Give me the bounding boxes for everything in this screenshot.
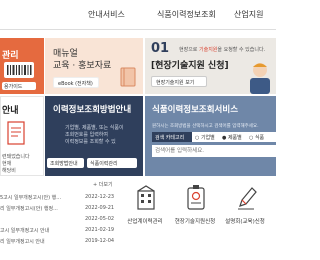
tile-lookup-title: 이력정보조회방법안내 [53, 105, 132, 115]
tile-lookup-line3: 이력정보를 조회할 수 있 [65, 139, 116, 145]
tile-manual-line2: 교육 · 홍보자료 [53, 61, 112, 71]
news-row[interactable]: 리 일부개정고시(안) 행정... 2022-09-21 [0, 205, 120, 215]
headline-suffix: 을 요청할 수 있습니다. [217, 47, 266, 53]
top-nav: 안내서비스 식품이력정보조회 산업지원 [0, 0, 276, 30]
tile-notice-line2: 현재 [2, 161, 12, 167]
tile-lookup-service: 식품이력정보조회서비스 원하시는 조회방법을 선택하시고 검색어를 입력해주세요… [145, 96, 276, 176]
news-date: 2022-12-23 [85, 194, 115, 200]
tile-service-desc: 원하시는 조회방법을 선택하시고 검색어를 입력해주세요. [152, 124, 259, 129]
engineer-icon [250, 63, 270, 94]
news-list: + 더보기 5고시 일부개정고시(안) 행... 2022-12-23 리 일부개… [0, 178, 120, 260]
nav-item-industry-support[interactable]: 산업지원 [234, 9, 263, 20]
tile-lookup-line1: 기업별, 제품별, 또는 식품이 [65, 125, 124, 131]
tile-notice-line3: 해당비 [2, 168, 16, 174]
page: 안내서비스 식품이력정보조회 산업지원 관리 용가이드 매뉴얼 교육 · 홍보자… [0, 0, 276, 260]
tile-tech-headline: 현장으로 기술지원을 요청할 수 있습니다. [179, 46, 265, 53]
news-title: 리 일부개정고시(안) 행정... [0, 206, 58, 212]
search-input[interactable] [152, 145, 276, 157]
news-title: 5고시 일부개정고시(안) 행... [0, 195, 62, 201]
radio-product-label: 제품별 [227, 135, 242, 141]
service-industry-history[interactable]: 산업계이력관리 [122, 185, 168, 255]
tile-tech-title: [현장기술지원 신청] [151, 61, 229, 71]
barcode-icon [4, 62, 34, 78]
news-row[interactable]: 리 일부개정고시 안내 2019-12-04 [0, 238, 120, 248]
radio-company-label: 기업별 [200, 135, 215, 141]
building-icon [137, 185, 155, 210]
headline-prefix: 현장으로 [179, 47, 199, 53]
news-row[interactable]: 2022-05-02 [0, 216, 120, 226]
service-name: 설명회(교육)신청 [225, 219, 265, 225]
radio-food-label: 식품 [254, 135, 265, 141]
tile-service-title: 식품이력정보조회서비스 [152, 105, 239, 115]
more-link[interactable]: + 더보기 [93, 181, 113, 188]
tile-lookup-guide[interactable]: 이력정보조회방법안내 기업별, 제품별, 또는 식품이 조회번호를 입력하여 이… [45, 96, 143, 176]
service-tech-support-request[interactable]: 현장기술지원신청 [172, 185, 218, 255]
nav-item-food-history[interactable]: 식품이력정보조회 [157, 9, 216, 20]
tile-notice-title: 안내 [2, 106, 19, 116]
search-category-bar: 검색 카테고리 ○ 기업별 ● 제품별 ○ 식품 [152, 132, 276, 142]
tile-manual[interactable]: 매뉴얼 교육 · 홍보자료 eBook (전자책) [45, 38, 143, 94]
news-date: 2019-12-04 [85, 238, 115, 244]
lookup-method-button[interactable]: 조회방법안내 [47, 158, 84, 168]
tile-tech-support[interactable]: 01 현장으로 기술지원을 요청할 수 있습니다. [현장기술지원 신청] 현장… [145, 38, 276, 94]
service-briefing-request[interactable]: 설명회(교육)신청 [222, 185, 268, 255]
news-date: 2021-02-19 [85, 227, 115, 233]
news-date: 2022-05-02 [85, 216, 115, 222]
tile-management[interactable]: 관리 용가이드 [0, 38, 44, 94]
news-title: 리 일부개정고시 안내 [0, 239, 45, 245]
news-row[interactable]: 고시 일부개정고시 안내 2021-02-19 [0, 227, 120, 237]
food-history-manage-button[interactable]: 식품이력관리 [87, 158, 137, 168]
tile-management-title: 관리 [2, 51, 19, 61]
document-icon [7, 121, 25, 145]
radio-product[interactable]: ● 제품별 [222, 134, 242, 141]
tile-notice[interactable]: 안내 련돼었습니다 현재 해당비 [0, 96, 44, 176]
news-row[interactable]: 5고시 일부개정고시(안) 행... 2022-12-23 [0, 194, 120, 204]
tech-support-view-button[interactable]: 현장기술지원 보기 [151, 76, 207, 87]
nav-item-guide[interactable]: 안내서비스 [88, 9, 125, 20]
search-category-label: 검색 카테고리 [152, 132, 192, 142]
tile-notice-line1: 련돼었습니다 [2, 154, 30, 160]
user-guide-button[interactable]: 용가이드 [2, 82, 36, 90]
tile-lookup-line2: 조회번호를 입력하여 [65, 132, 108, 138]
news-date: 2022-09-21 [85, 205, 115, 211]
id-badge-icon [187, 185, 205, 210]
tile-tech-badge: 01 [151, 41, 170, 56]
news-title: 고시 일부개정고시 안내 [0, 228, 50, 234]
headline-highlight: 기술지원 [199, 47, 218, 53]
radio-company[interactable]: ○ 기업별 [195, 134, 215, 141]
pencil-icon [238, 187, 257, 210]
ebook-button[interactable]: eBook (전자책) [53, 77, 99, 88]
radio-food[interactable]: ○ 식품 [249, 134, 264, 141]
book-icon [120, 67, 136, 87]
